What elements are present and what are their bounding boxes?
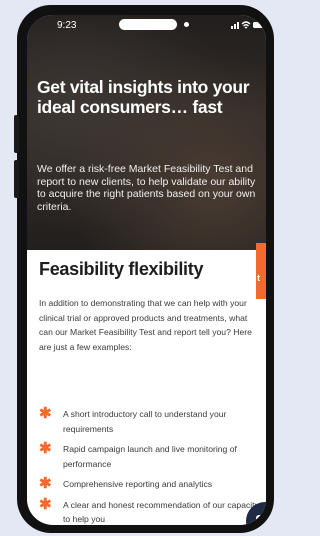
list-item-text: Comprehensive reporting and analytics bbox=[63, 479, 213, 489]
list-item: ✱ A short introductory call to understand… bbox=[39, 405, 261, 436]
asterisk-icon: ✱ bbox=[39, 440, 52, 457]
status-bar: 9:23 bbox=[27, 15, 266, 37]
hero-image-overlay bbox=[27, 15, 266, 250]
camera-dot bbox=[184, 22, 189, 27]
dynamic-island bbox=[119, 19, 177, 30]
asterisk-icon: ✱ bbox=[39, 475, 52, 492]
hero-title: Get vital insights into your ideal consu… bbox=[37, 77, 250, 117]
wifi-icon bbox=[241, 21, 251, 29]
status-icons bbox=[231, 21, 265, 29]
phone-screen: 9:23 Get vital insights into your ideal … bbox=[27, 15, 266, 525]
asterisk-icon: ✱ bbox=[39, 495, 52, 513]
section-intro: In addition to demonstrating that we can… bbox=[39, 298, 252, 352]
status-time: 9:23 bbox=[57, 20, 77, 31]
list-item-text: Rapid campaign launch and live monitorin… bbox=[63, 444, 237, 469]
examples-list: ✱ A short introductory call to understand… bbox=[39, 405, 261, 526]
phone-side-button bbox=[14, 115, 19, 153]
section-title: Feasibility flexibility bbox=[39, 259, 204, 279]
phone-side-button bbox=[14, 160, 19, 198]
battery-icon bbox=[253, 22, 265, 28]
list-item: ✱ Comprehensive reporting and analytics bbox=[39, 475, 261, 492]
signal-icon bbox=[231, 22, 239, 29]
list-item: ✱ A clear and honest recommendation of ou… bbox=[39, 495, 261, 526]
chat-bubble-icon bbox=[256, 515, 266, 525]
list-item: ✱ Rapid campaign launch and live monitori… bbox=[39, 440, 261, 471]
asterisk-icon: ✱ bbox=[39, 405, 52, 422]
list-item-text: A clear and honest recommendation of our… bbox=[63, 499, 259, 525]
list-item-text: A short introductory call to understand … bbox=[63, 409, 227, 434]
hero-banner: 9:23 Get vital insights into your ideal … bbox=[27, 15, 266, 250]
hero-description: We offer a risk-free Market Feasibility … bbox=[37, 163, 256, 213]
